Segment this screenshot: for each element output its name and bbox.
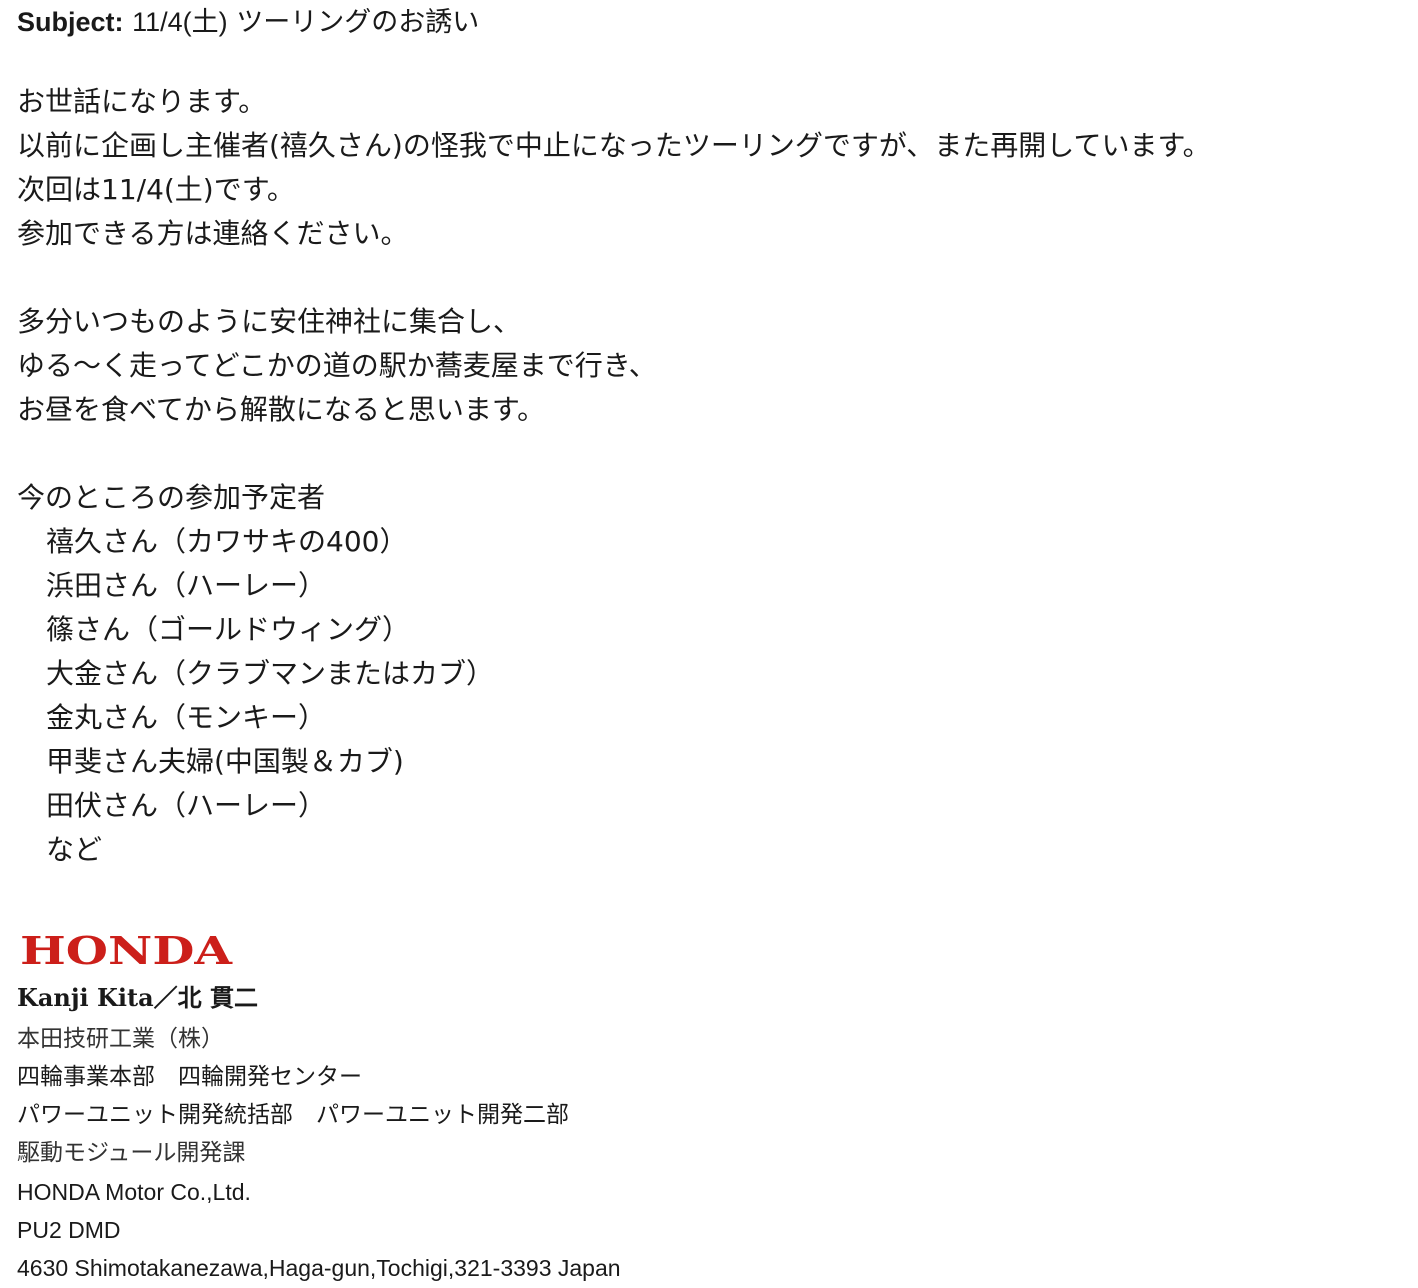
body-line: 多分いつものように安住神社に集合し、 bbox=[17, 305, 522, 338]
honda-logo: HONDA bbox=[20, 928, 233, 973]
signature-division: 四輪事業本部 四輪開発センター bbox=[17, 1064, 362, 1090]
participant-item: 大金さん（クラブマンまたはカブ） bbox=[46, 657, 495, 690]
participant-item: 禧久さん（カワサキの400） bbox=[46, 525, 408, 558]
body-line: 次回は11/4(土)です。 bbox=[17, 173, 295, 206]
participant-item: 田伏さん（ハーレー） bbox=[46, 789, 327, 822]
subject-text: ツーリングのお誘い bbox=[236, 7, 480, 38]
body-line: 参加できる方は連絡ください。 bbox=[17, 217, 409, 250]
participant-item: 浜田さん（ハーレー） bbox=[46, 569, 327, 602]
email-body: お世話になります。 以前に企画し主催者(禧久さん)の怪我で中止になったツーリング… bbox=[17, 80, 1407, 872]
signature-address: 4630 Shimotakanezawa,Haga-gun,Tochigi,32… bbox=[17, 1255, 621, 1281]
signature-company-en: HONDA Motor Co.,Ltd. bbox=[17, 1179, 251, 1205]
body-line: 以前に企画し主催者(禧久さん)の怪我で中止になったツーリングですが、また再開して… bbox=[17, 129, 1211, 162]
participant-item: 甲斐さん夫婦(中国製＆カブ) bbox=[46, 745, 404, 778]
signature-company-jp: 本田技研工業（株） bbox=[17, 1026, 224, 1052]
signature-name: Kanji Kita／北 貫二 bbox=[17, 983, 258, 1012]
body-line: お世話になります。 bbox=[17, 85, 267, 118]
body-line: ゆる〜く走ってどこかの道の駅か蕎麦屋まで行き、 bbox=[17, 349, 657, 382]
participant-item: など bbox=[46, 833, 103, 866]
participant-item: 金丸さん（モンキー） bbox=[46, 701, 327, 734]
email-subject: Subject: 11/4(土) ツーリングのお誘い bbox=[17, 4, 479, 41]
signature-section: 駆動モジュール開発課 bbox=[17, 1140, 246, 1166]
signature-department: パワーユニット開発統括部 パワーユニット開発二部 bbox=[17, 1102, 569, 1128]
signature-dept-en: PU2 DMD bbox=[17, 1217, 121, 1243]
participants-heading: 今のところの参加予定者 bbox=[17, 481, 326, 514]
svg-text:HONDA: HONDA bbox=[20, 928, 233, 973]
subject-label: Subject: bbox=[17, 7, 124, 37]
subject-date: 11/4(土) bbox=[132, 7, 228, 37]
participant-item: 篠さん（ゴールドウィング） bbox=[46, 613, 411, 646]
body-line: お昼を食べてから解散になると思います。 bbox=[17, 393, 546, 426]
